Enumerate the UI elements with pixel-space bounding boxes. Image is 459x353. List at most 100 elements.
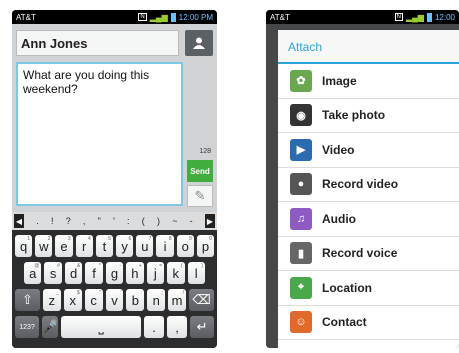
send-button[interactable]: Send — [187, 160, 213, 182]
message-area: Ann Jones What are you doing this weeken… — [12, 24, 217, 212]
clock: 12:00 — [434, 12, 455, 22]
scroll-left-icon[interactable]: ◀ — [14, 214, 24, 228]
attach-option-image[interactable]: ✿ Image — [278, 64, 459, 99]
key-row-4: ☺ 123? 🎤 ⎵ . , ↵ — [12, 316, 217, 338]
symbols-mode-key[interactable]: ☺ 123? — [15, 316, 39, 338]
paperclip-icon: ✎ — [194, 188, 206, 203]
key-g[interactable]: -g — [105, 262, 124, 284]
key-s[interactable]: # s — [44, 262, 62, 284]
shift-key[interactable]: ⇧ — [15, 289, 40, 311]
attach-option-video[interactable]: ▶ Video — [278, 133, 459, 168]
attach-option-label: Contact — [322, 315, 367, 330]
attach-option-audio[interactable]: ♫ Audio — [278, 202, 459, 237]
attach-list: ✿ Image ◉ Take photo ▶ Video ● Record video ♫ Aud… — [278, 64, 459, 340]
attach-title: Attach — [278, 30, 459, 64]
attach-option-record-video[interactable]: ● Record video — [278, 168, 459, 202]
key-z[interactable]: _ z — [43, 289, 61, 311]
key-c[interactable]: " c — [84, 289, 103, 311]
key-x[interactable]: $ x — [63, 289, 82, 311]
symbol-row: ◀.!?, " ': () ~ - ▶ — [12, 212, 217, 230]
key-w[interactable]: 2w — [35, 235, 53, 257]
scroll-right-icon[interactable]: ▶ — [204, 214, 215, 228]
clock: 12:00 PM — [178, 12, 213, 22]
key-m[interactable]: / m — [168, 289, 187, 311]
key-h[interactable]: + h — [126, 262, 144, 284]
key-a[interactable]: @ a — [24, 262, 42, 284]
contact-picker-button[interactable] — [185, 30, 213, 56]
nfc-icon: N — [394, 13, 403, 21]
attach-option-label: Image — [322, 73, 357, 88]
attach-option-label: Video — [322, 142, 355, 157]
microphone-icon: 🎤 — [41, 319, 59, 334]
backspace-icon: ⌫ — [192, 292, 211, 307]
key-y[interactable]: 6y — [116, 235, 134, 257]
attach-option-label: Take photo — [322, 108, 386, 123]
symbol-key[interactable]: . — [36, 216, 39, 226]
status-bar: AT&T N ▂▄▆ 12:00 — [266, 10, 459, 24]
recipient-field[interactable]: Ann Jones — [16, 30, 179, 56]
attach-screen: AT&T N ▂▄▆ 12:00 Attach ✿ Image ◉ Take phot… — [266, 10, 459, 348]
carrier-label: AT&T — [16, 12, 36, 22]
image-icon: ✿ — [290, 69, 312, 92]
key-b[interactable]: :b — [126, 289, 145, 311]
microphone-icon: ▮ — [290, 242, 312, 265]
key-k[interactable]: (k — [167, 262, 185, 284]
attach-option-take-photo[interactable]: ◉ Take photo — [278, 99, 459, 133]
keyboard: ◀.!?, " ': () ~ - ▶ 1q2w3e4r5t6y7u8i9o0p @ a # s &… — [12, 212, 217, 348]
enter-key[interactable]: ↵ — [190, 316, 214, 338]
attach-option-location[interactable]: ⌖ Location — [278, 271, 459, 306]
mic-key[interactable]: 🎤 — [41, 316, 59, 338]
shift-icon: ⇧ — [22, 292, 33, 307]
period-key[interactable]: . — [144, 316, 165, 338]
audio-icon: ♫ — [290, 207, 312, 230]
key-e[interactable]: 3e — [55, 235, 73, 257]
attach-button[interactable]: ✎ — [187, 185, 213, 207]
key-row-2: @ a # s & d * f - g + h = j(k) l — [12, 262, 217, 284]
key-v[interactable]: ' v — [105, 289, 124, 311]
camera-icon: ◉ — [290, 104, 312, 127]
key-f[interactable]: * f — [85, 262, 103, 284]
symbol-key[interactable]: ~ — [172, 216, 177, 226]
compose-screen: AT&T N ▂▄▆ 12:00 PM Ann Jones What are y… — [12, 10, 217, 348]
person-icon — [193, 37, 205, 49]
symbol-key[interactable]: ' — [113, 216, 115, 226]
backspace-key[interactable]: ⌫ — [189, 289, 215, 311]
symbol-key[interactable]: ( — [142, 216, 145, 226]
key-u[interactable]: 7u — [136, 235, 154, 257]
attach-option-label: Record voice — [322, 246, 398, 261]
battery-icon — [426, 12, 432, 22]
space-key[interactable]: ⎵ — [61, 316, 142, 338]
attach-option-contact[interactable]: ☺ Contact — [278, 306, 459, 340]
record-video-icon: ● — [290, 173, 312, 196]
comma-key[interactable]: , — [167, 316, 188, 338]
status-bar: AT&T N ▂▄▆ 12:00 PM — [12, 10, 217, 24]
attach-option-label: Record video — [322, 177, 399, 192]
enter-icon: ↵ — [196, 319, 208, 334]
key-row-3: ⇧ _ z $ x " c ' v: b; n / m ⌫ — [12, 289, 217, 311]
symbol-key[interactable]: ! — [51, 216, 54, 226]
key-t[interactable]: 5t — [95, 235, 114, 257]
key-row-1: 1q2w3e4r5t6y7u8i9o0p — [12, 235, 217, 257]
attach-option-record-voice[interactable]: ▮ Record voice — [278, 237, 459, 271]
contact-icon: ☺ — [290, 311, 312, 334]
symbol-key[interactable]: ? — [66, 216, 71, 226]
key-n[interactable]: ; n — [147, 289, 166, 311]
key-j[interactable]: = j — [146, 262, 165, 284]
symbol-key[interactable]: - — [190, 216, 193, 226]
symbol-key[interactable]: : — [127, 216, 130, 226]
key-r[interactable]: 4r — [75, 235, 93, 257]
message-input[interactable]: What are you doing this weekend? — [16, 62, 183, 206]
key-d[interactable]: & d — [64, 262, 83, 284]
key-p[interactable]: 0p — [196, 235, 215, 257]
key-i[interactable]: 8i — [156, 235, 174, 257]
symbol-key[interactable]: ) — [157, 216, 160, 226]
char-counter: 128 — [199, 148, 211, 155]
location-icon: ⌖ — [290, 276, 312, 299]
signal-icon: ▂▄▆ — [405, 12, 424, 22]
key-o[interactable]: 9o — [176, 235, 194, 257]
key-l[interactable]: ) l — [187, 262, 205, 284]
carrier-label: AT&T — [270, 12, 290, 22]
symbol-key[interactable]: , — [83, 216, 86, 226]
symbol-key[interactable]: " — [98, 216, 101, 226]
key-q[interactable]: 1q — [15, 235, 33, 257]
